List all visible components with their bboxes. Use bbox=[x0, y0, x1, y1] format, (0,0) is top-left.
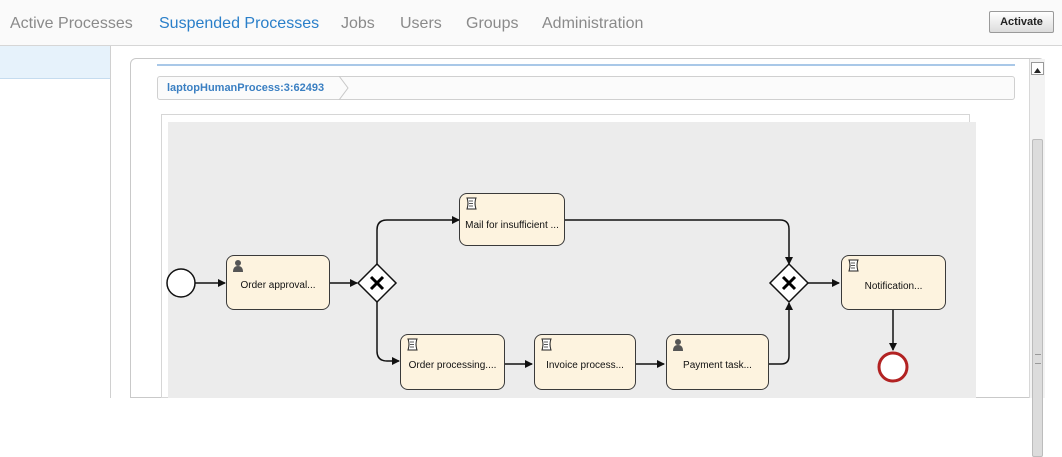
vertical-scrollbar[interactable] bbox=[1029, 59, 1045, 457]
scrollbar-thumb[interactable] bbox=[1032, 139, 1043, 457]
start-event[interactable] bbox=[166, 268, 196, 298]
task-payment[interactable]: Payment task... bbox=[666, 334, 769, 390]
arrow-up-icon bbox=[1034, 68, 1041, 73]
exclusive-gateway-split[interactable] bbox=[356, 262, 398, 304]
flow-mail-to-join bbox=[564, 219, 793, 265]
task-order-approval[interactable]: Order approval... bbox=[226, 255, 330, 310]
task-invoice-process[interactable]: Invoice process... bbox=[534, 334, 636, 390]
task-label: Order processing.... bbox=[408, 360, 497, 371]
task-notification[interactable]: Notification... bbox=[841, 255, 946, 310]
task-label: Payment task... bbox=[683, 360, 752, 371]
end-event[interactable] bbox=[877, 351, 909, 383]
script-task-icon bbox=[541, 338, 552, 351]
user-task-icon bbox=[673, 339, 683, 351]
task-order-processing[interactable]: Order processing.... bbox=[400, 334, 505, 390]
flow-gateway-to-mail bbox=[376, 216, 460, 265]
script-task-icon bbox=[848, 259, 859, 272]
flow-gateway-to-order-processing bbox=[376, 301, 400, 365]
script-task-icon bbox=[407, 338, 418, 351]
task-label: Mail for insufficient ... bbox=[465, 220, 559, 231]
task-label: Order approval... bbox=[240, 280, 316, 291]
task-label: Notification... bbox=[864, 281, 923, 292]
scroll-grip-icon bbox=[1035, 354, 1041, 364]
user-task-icon bbox=[233, 260, 243, 272]
flow-payment-to-join bbox=[768, 302, 793, 365]
script-task-icon bbox=[466, 197, 477, 210]
task-label: Invoice process... bbox=[546, 360, 624, 371]
scroll-up-arrow[interactable] bbox=[1031, 62, 1044, 75]
exclusive-gateway-join[interactable] bbox=[768, 262, 810, 304]
task-mail-insufficient[interactable]: Mail for insufficient ... bbox=[459, 193, 565, 246]
